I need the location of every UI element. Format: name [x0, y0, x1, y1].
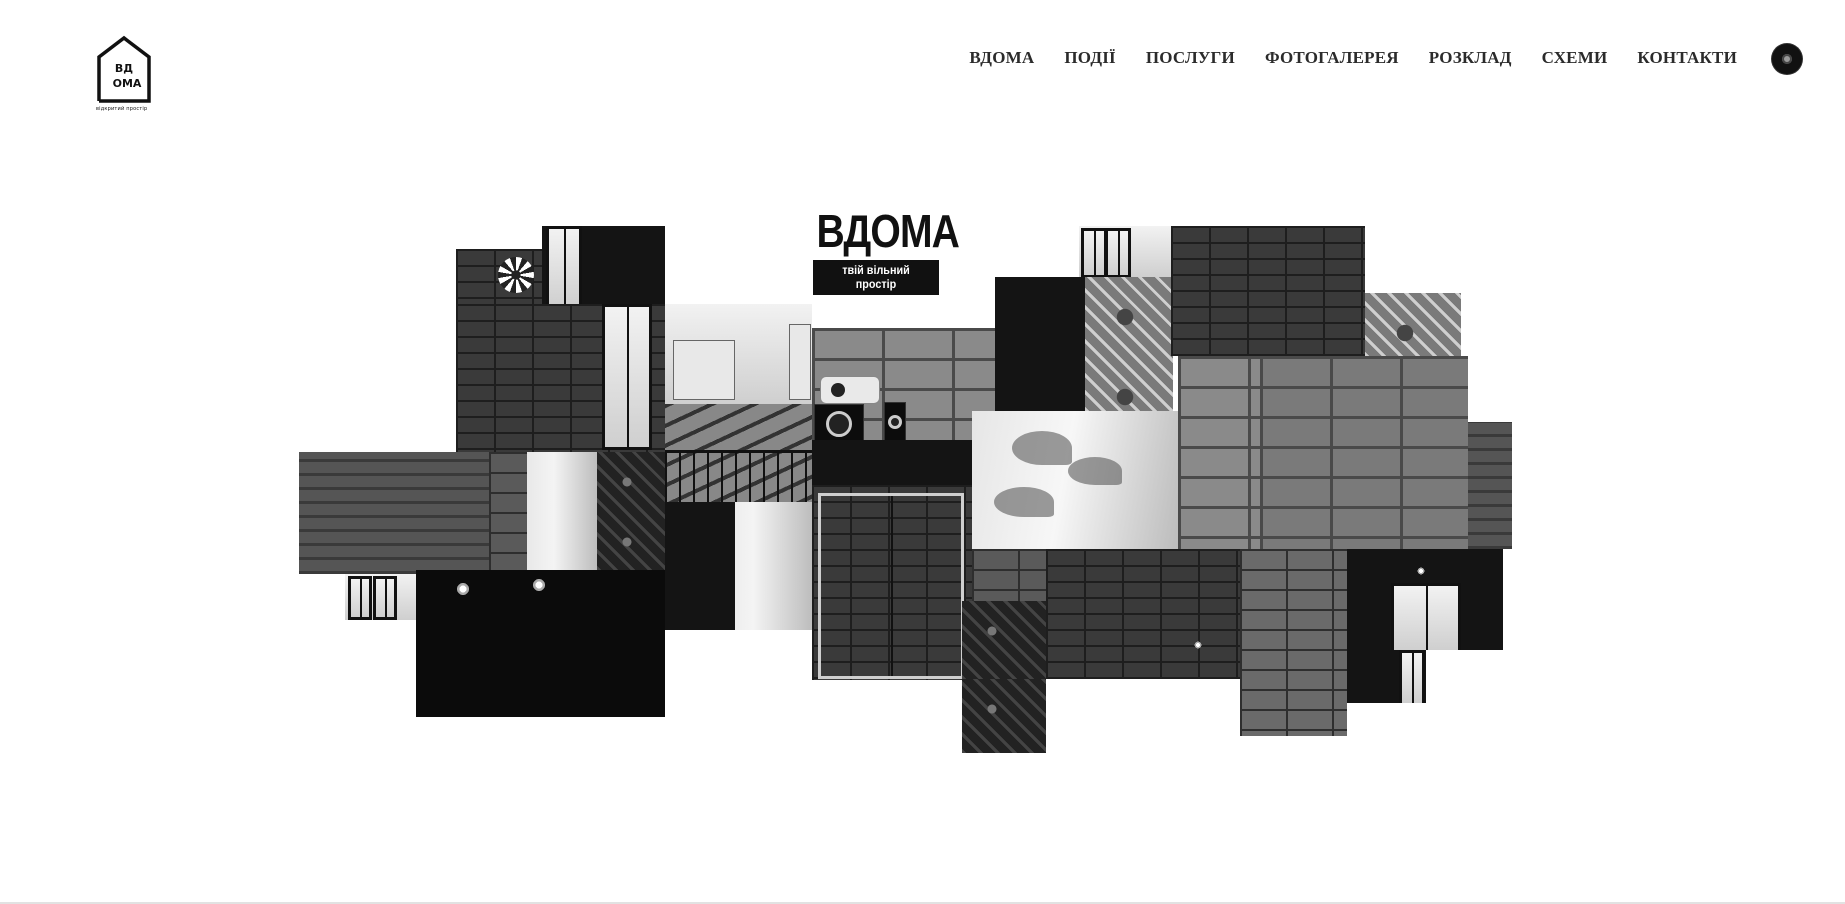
collage-photo-top-window[interactable] [1079, 226, 1171, 277]
window-frame [546, 226, 582, 304]
lamp-icon [532, 578, 546, 592]
lamp-icon [1417, 567, 1425, 575]
projector-icon [820, 376, 880, 404]
collage-photo-window-room[interactable] [1347, 549, 1503, 650]
collage-photo-church-towers[interactable] [665, 304, 812, 404]
window-frame [602, 304, 652, 450]
collage-photo-curtain[interactable] [665, 502, 812, 630]
collage-photo-small-windows[interactable] [345, 574, 416, 620]
collage-photo-flower-wall[interactable] [456, 249, 542, 304]
collage-photo-brick-door[interactable] [812, 485, 972, 680]
curtain-shadow [665, 502, 735, 630]
collage-photo-carved-door[interactable] [962, 679, 1046, 753]
collage-photo-wood-edge[interactable] [1468, 422, 1512, 549]
door-outline [818, 493, 964, 679]
church-tower [789, 324, 811, 400]
plant-shadow-leaf [994, 487, 1054, 517]
speaker-cone [888, 415, 902, 429]
door-side-brick [489, 452, 527, 570]
collage-photo-window-top[interactable] [542, 226, 665, 304]
collage-photo-ornament-tile[interactable] [1085, 277, 1173, 411]
collage-photo-rough-brick[interactable] [1260, 356, 1468, 549]
window-frame [1391, 583, 1461, 650]
collage-photo-projector[interactable] [812, 328, 995, 485]
window-frame [348, 576, 372, 620]
window-frame [1081, 228, 1107, 277]
collage-photo-white-door[interactable] [489, 452, 597, 570]
collage-photo-staircase[interactable] [665, 404, 812, 502]
window-frame [1105, 228, 1131, 277]
collage-photo-ornament-right[interactable] [1365, 293, 1461, 356]
collage-photo-cracked-wall[interactable] [1046, 549, 1240, 679]
collage-photo-light-brick[interactable] [1178, 356, 1268, 549]
stair-railing [665, 450, 812, 502]
collage-photo-small-brick[interactable] [972, 549, 1046, 601]
flower-decor-icon [498, 257, 534, 293]
projector-table [812, 440, 995, 485]
hero-brand: ВДОМА твій вільний простір [806, 205, 960, 295]
window-frame [1399, 650, 1425, 703]
hero-title: ВДОМА [816, 205, 960, 257]
collage-photo-flowers-vase[interactable] [962, 601, 1046, 679]
collage-photo-carved-panel[interactable] [597, 452, 665, 570]
church-tower [673, 340, 735, 400]
hero-subtitle: твій вільний простір [813, 260, 939, 295]
speaker-icon [814, 404, 864, 444]
speaker-icon [884, 402, 906, 442]
plant-shadow-leaf [1068, 457, 1122, 485]
photo-collage [0, 0, 1845, 904]
collage-photo-small-window[interactable] [1347, 650, 1426, 703]
collage-photo-corridor[interactable] [1171, 226, 1365, 356]
window-frame [373, 576, 397, 620]
collage-photo-light-brick-wall[interactable] [1240, 549, 1347, 736]
collage-photo-wood-panel[interactable] [299, 452, 489, 574]
collage-photo-plant-shadow[interactable] [972, 411, 1178, 549]
speaker-cone [826, 411, 852, 437]
collage-photo-dark-room[interactable] [995, 277, 1085, 411]
plant-shadow-leaf [1012, 431, 1072, 465]
collage-photo-dark-lamps[interactable] [416, 570, 665, 717]
lamp-icon [456, 582, 470, 596]
collage-photo-window-brick[interactable] [456, 304, 665, 452]
bulb-icon [1194, 641, 1202, 649]
